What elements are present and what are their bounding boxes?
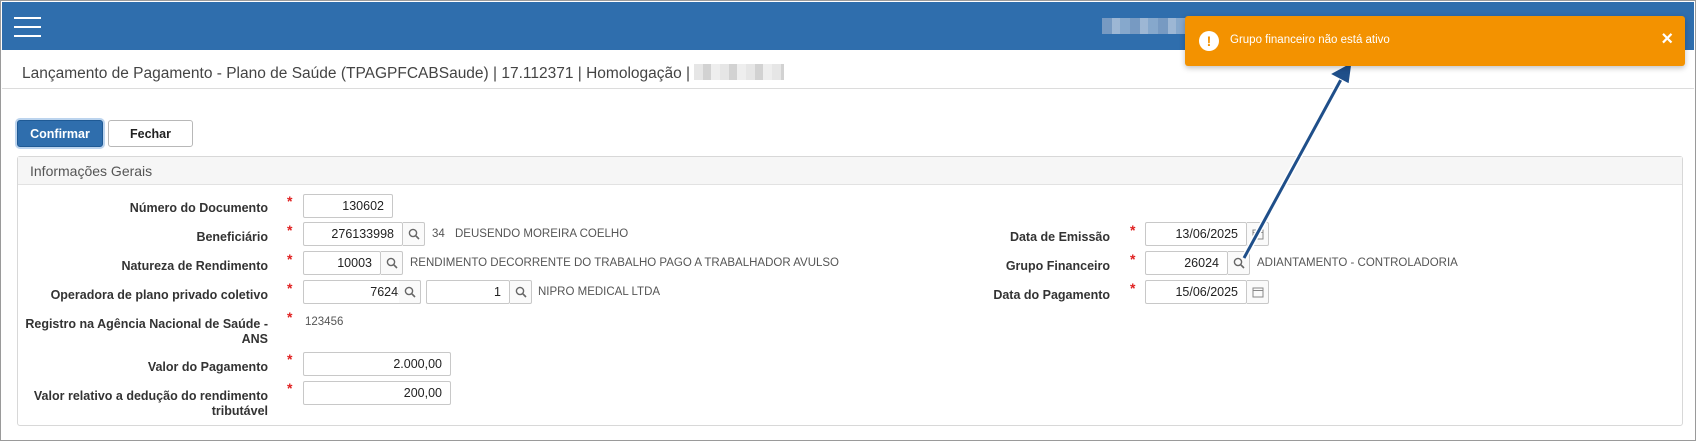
required-mark: * — [1130, 222, 1136, 238]
natureza-desc: RENDIMENTO DECORRENTE DO TRABALHO PAGO A… — [410, 257, 840, 269]
page-title-text: Lançamento de Pagamento - Plano de Saúde… — [22, 65, 691, 82]
grupo-financeiro-desc: ADIANTAMENTO - CONTROLADORIA — [1257, 257, 1458, 269]
exclamation-icon: ! — [1199, 31, 1219, 51]
search-icon[interactable] — [1228, 251, 1250, 275]
operadora-desc: NIPRO MEDICAL LTDA — [538, 286, 661, 298]
data-emissao-label: Data de Emissão — [1009, 230, 1110, 244]
calendar-icon[interactable] — [1247, 222, 1269, 246]
panel-title: Informações Gerais — [30, 163, 153, 179]
grupo-financeiro-label: Grupo Financeiro — [1005, 259, 1110, 273]
required-mark: * — [287, 193, 293, 209]
redacted-text — [694, 64, 785, 80]
required-mark: * — [287, 222, 293, 238]
close-button[interactable]: Fechar — [108, 120, 193, 147]
data-emissao-input[interactable]: 13/06/2025 — [1145, 222, 1247, 246]
error-toast: ! Grupo financeiro não está ativo × — [1185, 16, 1685, 66]
registro-ans-label: Registro na Agência Nacional de Saúde - … — [20, 317, 268, 347]
operadora-seq-input[interactable]: 1 — [426, 280, 510, 304]
page-title: Lançamento de Pagamento - Plano de Saúde… — [22, 64, 785, 83]
valor-deducao-label: Valor relativo a dedução do rendimento t… — [20, 389, 268, 419]
required-mark: * — [287, 351, 293, 367]
registro-ans-value: 123456 — [305, 316, 344, 328]
toast-message: Grupo financeiro não está ativo — [1230, 34, 1390, 46]
natureza-input[interactable]: 10003 — [303, 251, 381, 275]
valor-pagamento-input[interactable]: 2.000,00 — [303, 352, 451, 376]
panel-header[interactable]: Informações Gerais — [18, 157, 1682, 185]
search-icon[interactable] — [381, 251, 403, 275]
data-pagamento-label: Data do Pagamento — [993, 288, 1110, 302]
required-mark: * — [287, 380, 293, 396]
required-mark: * — [287, 251, 293, 267]
required-mark: * — [1130, 251, 1136, 267]
required-mark: * — [287, 280, 293, 296]
calendar-icon[interactable] — [1247, 280, 1269, 304]
confirm-button[interactable]: Confirmar — [17, 120, 103, 147]
hamburger-icon[interactable] — [14, 17, 41, 37]
registro-ans-label-line2: ANS — [241, 332, 268, 346]
search-icon[interactable] — [510, 280, 532, 304]
valor-deducao-label-line2: tributável — [211, 404, 268, 418]
registro-ans-label-line1: Registro na Agência Nacional de Saúde - — [25, 317, 268, 331]
grupo-financeiro-input[interactable]: 26024 — [1145, 251, 1228, 275]
required-mark: * — [1130, 280, 1136, 296]
valor-deducao-input[interactable]: 200,00 — [303, 381, 451, 405]
valor-deducao-label-line1: Valor relativo a dedução do rendimento — [33, 389, 268, 403]
beneficiario-code: 34 — [432, 228, 445, 240]
natureza-label: Natureza de Rendimento — [121, 259, 268, 273]
search-icon[interactable] — [403, 222, 425, 246]
operadora-label: Operadora de plano privado coletivo — [50, 288, 268, 302]
valor-pagamento-label: Valor do Pagamento — [147, 360, 268, 374]
beneficiario-input[interactable]: 276133998 — [303, 222, 403, 246]
required-mark: * — [287, 309, 293, 325]
numero-documento-input[interactable]: 130602 — [303, 194, 393, 218]
numero-documento-label: Número do Documento — [129, 201, 268, 215]
beneficiario-name: DEUSENDO MOREIRA COELHO — [455, 228, 629, 240]
data-pagamento-input[interactable]: 15/06/2025 — [1145, 280, 1247, 304]
search-icon[interactable] — [399, 280, 421, 304]
close-icon[interactable]: × — [1661, 28, 1673, 50]
beneficiario-label: Beneficiário — [196, 230, 268, 244]
